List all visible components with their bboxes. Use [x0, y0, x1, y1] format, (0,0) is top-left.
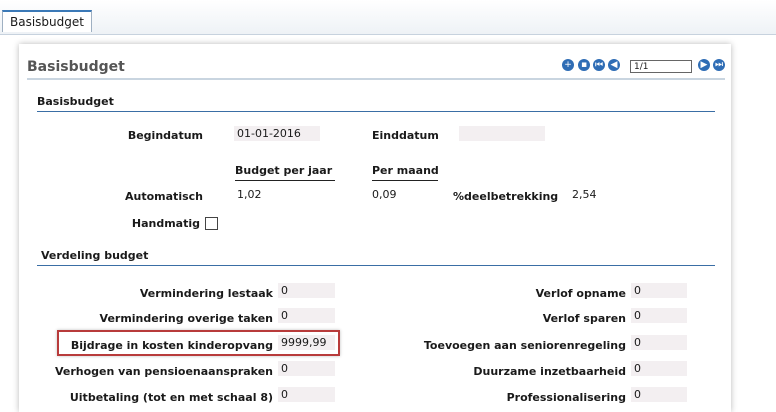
record-pager-input[interactable]: 1/1 — [630, 60, 692, 73]
verlof-sparen-label: Verlof sparen — [542, 312, 626, 325]
duurzame-inzetbaarheid-label: Duurzame inzetbaarheid — [473, 365, 626, 378]
highlight-box — [57, 330, 340, 356]
verlof-opname-label: Verlof opname — [535, 287, 626, 300]
handmatig-checkbox[interactable] — [205, 217, 218, 230]
seniorenregeling-label: Toevoegen aan seniorenregeling — [423, 339, 626, 352]
budget-per-jaar-underline — [235, 180, 335, 181]
seniorenregeling-field[interactable]: 0 — [631, 335, 687, 350]
next-record-icon[interactable]: ▶ — [698, 59, 710, 71]
handmatig-label: Handmatig — [131, 217, 200, 230]
einddatum-label: Einddatum — [372, 129, 439, 142]
automatisch-per-maand-value: 0,09 — [372, 188, 397, 201]
einddatum-field[interactable] — [459, 126, 545, 141]
deelbetrekking-label: %deelbetrekking — [453, 190, 559, 203]
section-basisbudget-rule — [37, 111, 715, 112]
section-basisbudget-heading: Basisbudget — [37, 95, 114, 108]
vermindering-lestaak-label: Vermindering lestaak — [139, 287, 273, 300]
per-maand-header: Per maand — [372, 164, 439, 177]
tab-basisbudget[interactable]: Basisbudget — [2, 10, 92, 32]
uitbetaling-schaal-8-label: Uitbetaling (tot en met schaal 8) — [69, 391, 273, 404]
section-verdeling-heading: Verdeling budget — [41, 249, 149, 262]
automatisch-label: Automatisch — [125, 190, 203, 203]
professionalisering-field[interactable]: 0 — [631, 387, 687, 402]
verhogen-pensioenaanspraken-field[interactable]: 0 — [278, 361, 335, 376]
verlof-sparen-field[interactable]: 0 — [631, 308, 687, 323]
previous-record-icon[interactable]: ◀ — [608, 59, 620, 71]
section-verdeling-rule — [37, 265, 715, 266]
add-icon[interactable]: + — [562, 59, 574, 71]
page-title: Basisbudget — [27, 59, 125, 75]
verhogen-pensioenaanspraken-label: Verhogen van pensioenaanspraken — [54, 365, 273, 378]
begindatum-label: Begindatum — [127, 129, 203, 142]
automatisch-per-jaar-value: 1,02 — [237, 188, 262, 201]
first-record-icon[interactable]: ⏮ — [593, 59, 605, 71]
deelbetrekking-value: 2,54 — [572, 188, 597, 201]
tab-strip: Basisbudget — [0, 0, 776, 35]
title-divider — [27, 78, 725, 80]
begindatum-field[interactable]: 01-01-2016 — [234, 126, 320, 141]
last-record-icon[interactable]: ⏭ — [713, 59, 725, 71]
duurzame-inzetbaarheid-field[interactable]: 0 — [631, 361, 687, 376]
per-maand-underline — [372, 180, 438, 181]
vermindering-overige-taken-label: Vermindering overige taken — [99, 312, 273, 325]
vermindering-lestaak-field[interactable]: 0 — [278, 283, 335, 298]
vermindering-overige-taken-field[interactable]: 0 — [278, 308, 335, 323]
delete-icon[interactable]: ▪ — [578, 59, 590, 71]
verlof-opname-field[interactable]: 0 — [631, 283, 687, 298]
budget-per-jaar-header: Budget per jaar — [235, 164, 333, 177]
uitbetaling-schaal-8-field[interactable]: 0 — [278, 387, 335, 402]
professionalisering-label: Professionalisering — [506, 391, 626, 404]
